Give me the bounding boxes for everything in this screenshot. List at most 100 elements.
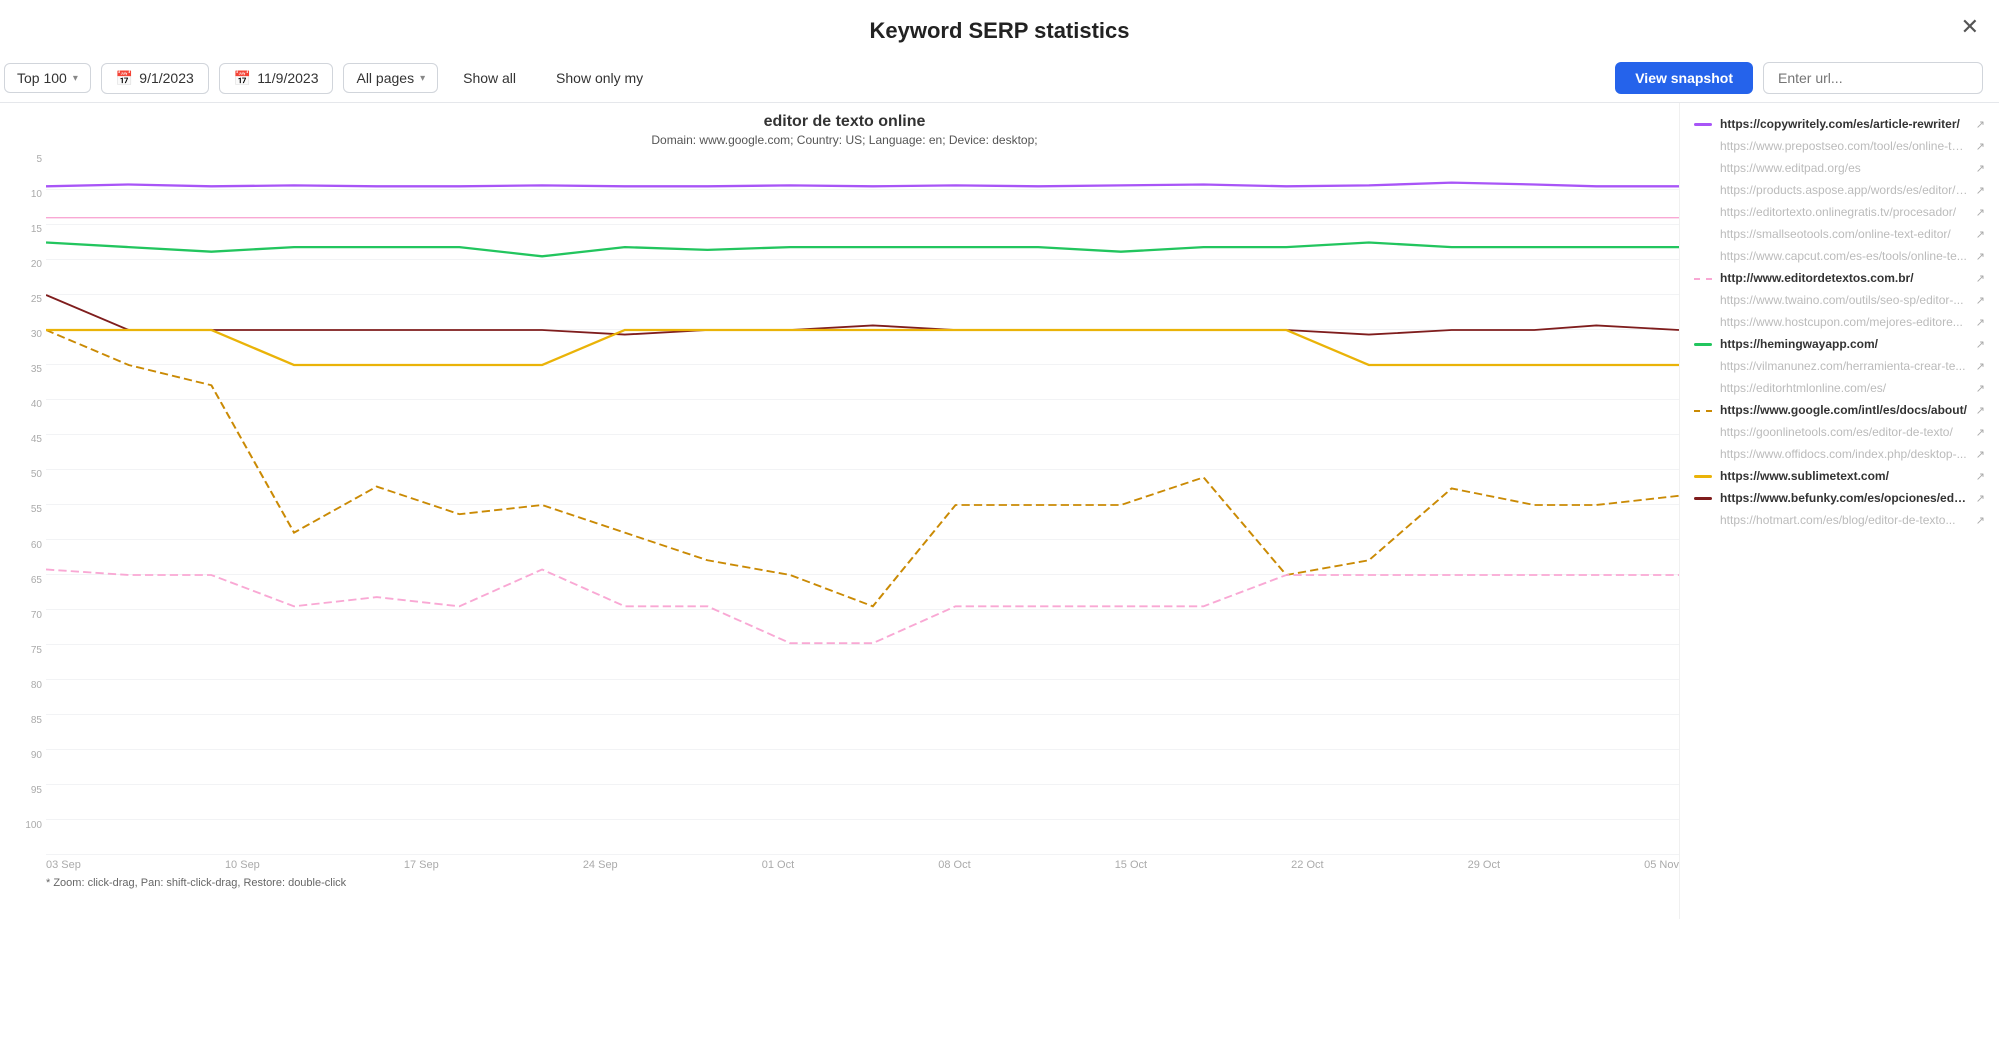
legend-item[interactable]: https://www.editpad.org/es ↗ (1694, 157, 1985, 179)
x-label-nov05: 05 Nov (1644, 859, 1679, 871)
y-label-70: 70 (31, 611, 42, 621)
legend-item[interactable]: https://editortexto.onlinegratis.tv/proc… (1694, 201, 1985, 223)
legend-item[interactable]: https://www.befunky.com/es/opciones/edit… (1694, 487, 1985, 509)
external-link-icon[interactable]: ↗ (1976, 228, 1985, 241)
legend-url: https://www.befunky.com/es/opciones/edit… (1720, 491, 1968, 505)
external-link-icon[interactable]: ↗ (1976, 316, 1985, 329)
external-link-icon[interactable]: ↗ (1976, 426, 1985, 439)
external-link-icon[interactable]: ↗ (1976, 360, 1985, 373)
chevron-down-icon-pages: ▾ (420, 73, 425, 84)
close-button[interactable]: ✕ (1961, 14, 1979, 40)
external-link-icon[interactable]: ↗ (1976, 448, 1985, 461)
legend-line-yellow (1694, 475, 1712, 478)
legend-url: https://smallseotools.com/online-text-ed… (1720, 227, 1968, 241)
legend-url: https://vilmanunez.com/herramienta-crear… (1720, 359, 1968, 373)
subtitle-text: Domain: www.google.com; Country: US; Lan… (651, 133, 1037, 147)
legend-url: https://goonlinetools.com/es/editor-de-t… (1720, 425, 1968, 439)
all-pages-label: All pages (356, 70, 414, 86)
chart-area: editor de texto online Domain: www.googl… (0, 103, 1679, 919)
y-label-35: 35 (31, 365, 42, 375)
y-label-40: 40 (31, 400, 42, 410)
legend-item[interactable]: https://editorhtmlonline.com/es/ ↗ (1694, 377, 1985, 399)
y-label-50: 50 (31, 470, 42, 480)
end-date-picker[interactable]: 📅 11/9/2023 (219, 63, 334, 94)
legend-item[interactable]: https://www.offidocs.com/index.php/deskt… (1694, 443, 1985, 465)
legend-url: https://hotmart.com/es/blog/editor-de-te… (1720, 513, 1968, 527)
y-label-5: 5 (36, 155, 42, 165)
legend-url: https://www.twaino.com/outils/seo-sp/edi… (1720, 293, 1968, 307)
all-pages-dropdown[interactable]: All pages ▾ (343, 63, 438, 93)
legend-url: https://www.offidocs.com/index.php/deskt… (1720, 447, 1968, 461)
start-date-picker[interactable]: 📅 9/1/2023 (101, 63, 209, 94)
external-link-icon[interactable]: ↗ (1976, 338, 1985, 351)
legend-url: https://www.editpad.org/es (1720, 161, 1968, 175)
legend-url: https://www.google.com/intl/es/docs/abou… (1720, 403, 1968, 417)
y-label-100: 100 (25, 821, 42, 831)
legend-item[interactable]: https://products.aspose.app/words/es/edi… (1694, 179, 1985, 201)
chart-inner[interactable]: 03 Sep 10 Sep 17 Sep 24 Sep 01 Oct 08 Oc… (46, 155, 1679, 871)
external-link-icon[interactable]: ↗ (1976, 470, 1985, 483)
legend-url: https://hemingwayapp.com/ (1720, 337, 1968, 351)
external-link-icon[interactable]: ↗ (1976, 272, 1985, 285)
external-link-icon[interactable]: ↗ (1976, 206, 1985, 219)
x-label-sep17: 17 Sep (404, 859, 439, 871)
external-link-icon[interactable]: ↗ (1976, 294, 1985, 307)
x-axis: 03 Sep 10 Sep 17 Sep 24 Sep 01 Oct 08 Oc… (46, 855, 1679, 871)
external-link-icon[interactable]: ↗ (1976, 404, 1985, 417)
legend-item[interactable]: https://www.hostcupon.com/mejores-editor… (1694, 311, 1985, 333)
x-label-sep24: 24 Sep (583, 859, 618, 871)
y-label-30: 30 (31, 330, 42, 340)
x-label-sep03: 03 Sep (46, 859, 81, 871)
legend-item[interactable]: https://hemingwayapp.com/ ↗ (1694, 333, 1985, 355)
y-label-10: 10 (31, 190, 42, 200)
legend-item[interactable]: http://www.editordetextos.com.br/ ↗ (1694, 267, 1985, 289)
external-link-icon[interactable]: ↗ (1976, 118, 1985, 131)
legend-url: https://editorhtmlonline.com/es/ (1720, 381, 1968, 395)
external-link-icon[interactable]: ↗ (1976, 250, 1985, 263)
x-label-oct15: 15 Oct (1115, 859, 1147, 871)
legend-item[interactable]: https://www.capcut.com/es-es/tools/onlin… (1694, 245, 1985, 267)
legend-url: https://www.hostcupon.com/mejores-editor… (1720, 315, 1968, 329)
external-link-icon[interactable]: ↗ (1976, 162, 1985, 175)
external-link-icon[interactable]: ↗ (1976, 514, 1985, 527)
external-link-icon[interactable]: ↗ (1976, 382, 1985, 395)
legend-item[interactable]: https://www.twaino.com/outils/seo-sp/edi… (1694, 289, 1985, 311)
x-label-sep10: 10 Sep (225, 859, 260, 871)
view-snapshot-button[interactable]: View snapshot (1615, 62, 1753, 94)
x-label-oct22: 22 Oct (1291, 859, 1323, 871)
calendar-icon: 📅 (116, 70, 133, 87)
x-label-oct29: 29 Oct (1468, 859, 1500, 871)
toolbar: Top 100 ▾ 📅 9/1/2023 📅 11/9/2023 All pag… (0, 54, 1999, 103)
legend-line-green (1694, 343, 1712, 346)
zoom-hint: * Zoom: click-drag, Pan: shift-click-dra… (10, 871, 1679, 889)
legend-url: http://www.editordetextos.com.br/ (1720, 271, 1968, 285)
y-label-55: 55 (31, 505, 42, 515)
external-link-icon[interactable]: ↗ (1976, 184, 1985, 197)
legend-url: https://www.prepostseo.com/tool/es/onlin… (1720, 139, 1968, 153)
legend-url: https://editortexto.onlinegratis.tv/proc… (1720, 205, 1968, 219)
external-link-icon[interactable]: ↗ (1976, 140, 1985, 153)
top100-label: Top 100 (17, 70, 67, 86)
legend-url: https://copywritely.com/es/article-rewri… (1720, 117, 1968, 131)
chart-title: editor de texto online (10, 113, 1679, 131)
legend-item[interactable]: https://www.sublimetext.com/ ↗ (1694, 465, 1985, 487)
external-link-icon[interactable]: ↗ (1976, 492, 1985, 505)
legend-item[interactable]: https://goonlinetools.com/es/editor-de-t… (1694, 421, 1985, 443)
legend-item[interactable]: https://copywritely.com/es/article-rewri… (1694, 113, 1985, 135)
show-only-my-button[interactable]: Show only my (541, 63, 658, 93)
top100-dropdown[interactable]: Top 100 ▾ (4, 63, 91, 93)
legend-item[interactable]: https://hotmart.com/es/blog/editor-de-te… (1694, 509, 1985, 531)
y-label-60: 60 (31, 541, 42, 551)
url-input[interactable] (1763, 62, 1983, 94)
y-label-80: 80 (31, 681, 42, 691)
legend-item[interactable]: https://www.prepostseo.com/tool/es/onlin… (1694, 135, 1985, 157)
legend-line-yellow-dashed (1694, 410, 1712, 412)
show-all-button[interactable]: Show all (448, 63, 531, 93)
legend-item[interactable]: https://smallseotools.com/online-text-ed… (1694, 223, 1985, 245)
legend-item[interactable]: https://vilmanunez.com/herramienta-crear… (1694, 355, 1985, 377)
y-label-85: 85 (31, 716, 42, 726)
main-content: editor de texto online Domain: www.googl… (0, 103, 1999, 919)
legend-item[interactable]: https://www.google.com/intl/es/docs/abou… (1694, 399, 1985, 421)
y-label-25: 25 (31, 295, 42, 305)
calendar-icon-end: 📅 (234, 70, 251, 87)
